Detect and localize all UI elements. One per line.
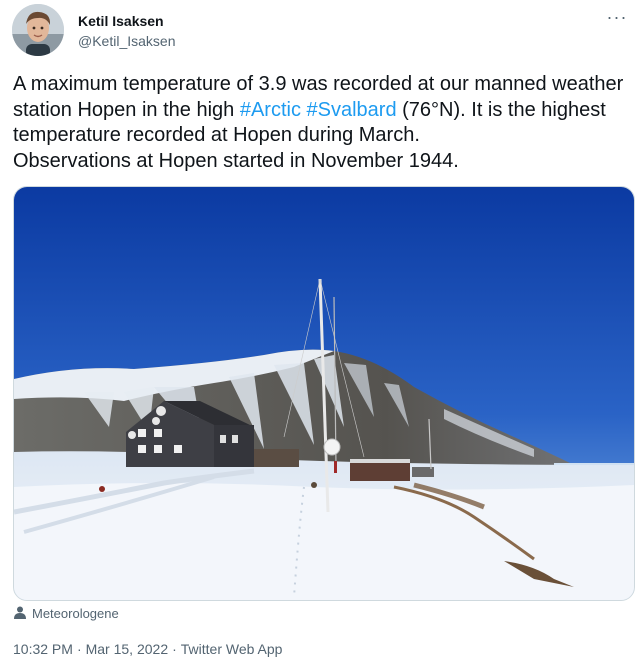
more-options-button[interactable]: ···: [606, 7, 628, 32]
author-name[interactable]: Ketil Isaksen: [78, 13, 164, 29]
tweet-header: Ketil Isaksen @Ketil_Isaksen ···: [12, 4, 632, 60]
tweet-photo[interactable]: [13, 186, 635, 601]
meta-separator: ·: [172, 641, 177, 657]
more-horizontal-icon: ···: [606, 7, 628, 27]
author-handle[interactable]: @Ketil_Isaksen: [78, 33, 175, 49]
tweet-text-segment: (76°N). It is the highest: [396, 98, 606, 121]
tweet-metadata: 10:32 PM · Mar 15, 2022 · Twitter Web App: [13, 641, 282, 657]
tweet-text-segment: station Hopen in the high: [13, 98, 240, 121]
author-avatar[interactable]: [12, 4, 64, 56]
tweet-date-link[interactable]: Mar 15, 2022: [86, 641, 169, 657]
hashtag-arctic-link[interactable]: #Arctic: [240, 99, 301, 121]
tweet-line-1: A maximum temperature of 3.9 was recorde…: [13, 73, 624, 95]
meta-separator: ·: [76, 641, 82, 657]
tagged-user-name[interactable]: Meteorologene: [32, 606, 119, 621]
tweet-line-2: station Hopen in the high #Arctic #Svalb…: [13, 98, 637, 124]
tagged-users[interactable]: Meteorologene: [14, 605, 119, 625]
tweet-line-3: temperature recorded at Hopen during Mar…: [13, 124, 420, 146]
hopen-station-photo: [14, 187, 634, 600]
hashtag-svalbard-link[interactable]: #Svalbard: [307, 99, 397, 121]
tweet-time-link[interactable]: 10:32 PM: [13, 641, 73, 657]
tweet-line-4: Observations at Hopen started in Novembe…: [13, 149, 459, 172]
person-icon: [14, 606, 26, 622]
tweet-source-link[interactable]: Twitter Web App: [181, 641, 283, 657]
tweet-text: A maximum temperature of 3.9 was recorde…: [13, 72, 637, 174]
